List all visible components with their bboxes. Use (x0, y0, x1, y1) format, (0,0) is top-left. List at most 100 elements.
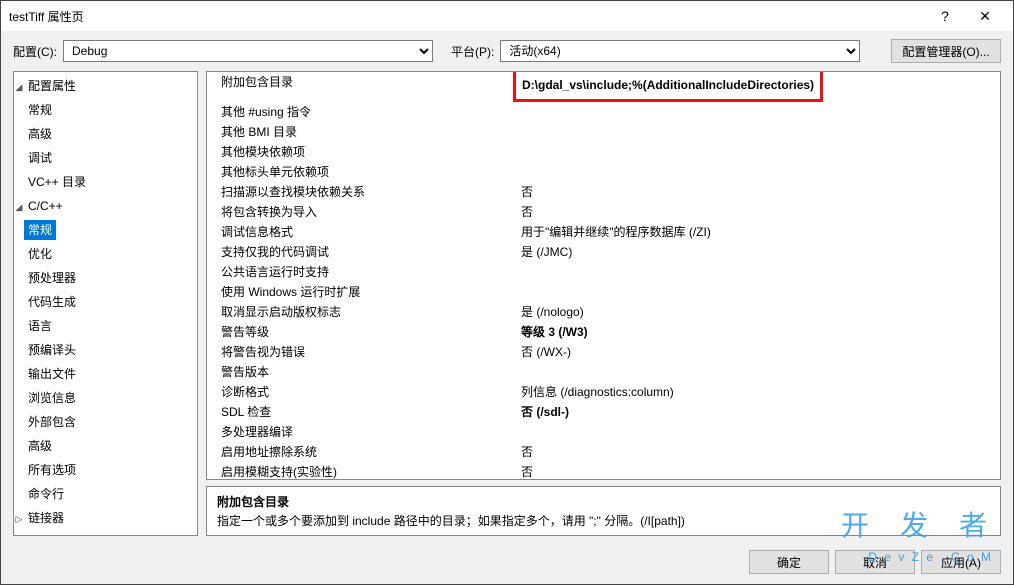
tree-item[interactable]: 常规 (14, 98, 197, 122)
property-row[interactable]: 附加包含目录D:\gdal_vs\include;%(AdditionalInc… (207, 72, 1000, 102)
config-toolbar: 配置(C): Debug 平台(P): 活动(x64) 配置管理器(O)... (1, 31, 1013, 71)
property-value[interactable]: 是 (/JMC) (517, 242, 1000, 262)
tree-item[interactable]: 预编译头 (14, 338, 197, 362)
property-name: 警告等级 (207, 322, 517, 342)
property-row[interactable]: 其他模块依赖项 (207, 142, 1000, 162)
window-title: testTiff 属性页 (9, 8, 925, 25)
property-value[interactable] (517, 142, 1000, 162)
tree-item[interactable]: 所有选项 (14, 458, 197, 482)
tree-item[interactable]: 输出文件 (14, 362, 197, 386)
ok-button[interactable]: 确定 (749, 550, 829, 574)
property-value[interactable]: 否 (517, 182, 1000, 202)
property-row[interactable]: SDL 检查否 (/sdl-) (207, 402, 1000, 422)
property-row[interactable]: 取消显示启动版权标志是 (/nologo) (207, 302, 1000, 322)
config-combobox[interactable]: Debug (63, 40, 433, 62)
property-grid[interactable]: 附加包含目录D:\gdal_vs\include;%(AdditionalInc… (206, 71, 1001, 480)
tree-item[interactable]: 预处理器 (14, 266, 197, 290)
property-name: 将警告视为错误 (207, 342, 517, 362)
tree-item[interactable]: ▷链接器 (14, 506, 197, 530)
help-button[interactable]: ? (925, 1, 965, 31)
cancel-button[interactable]: 取消 (835, 550, 915, 574)
tree-item[interactable]: 调试 (14, 146, 197, 170)
tree-item-label: 优化 (24, 244, 56, 264)
tree-item-label: 外部包含 (24, 412, 80, 432)
property-value[interactable]: 等级 3 (/W3) (517, 322, 1000, 342)
tree-item[interactable]: 优化 (14, 242, 197, 266)
tree-item[interactable]: VC++ 目录 (14, 170, 197, 194)
tree-item[interactable]: 语言 (14, 314, 197, 338)
property-row[interactable]: 使用 Windows 运行时扩展 (207, 282, 1000, 302)
apply-button[interactable]: 应用(A) (921, 550, 1001, 574)
property-value[interactable] (517, 162, 1000, 182)
tree-item-label: 预编译头 (24, 340, 80, 360)
property-row[interactable]: 公共语言运行时支持 (207, 262, 1000, 282)
property-row[interactable]: 调试信息格式用于"编辑并继续"的程序数据库 (/ZI) (207, 222, 1000, 242)
platform-label: 平台(P): (451, 43, 494, 60)
tree-item[interactable]: 高级 (14, 434, 197, 458)
category-tree[interactable]: ◢配置属性常规高级调试VC++ 目录◢C/C++常规优化预处理器代码生成语言预编… (13, 71, 198, 536)
tree-item[interactable]: ◢配置属性 (14, 74, 197, 98)
property-value[interactable] (517, 262, 1000, 282)
tree-item-label: 高级 (24, 124, 56, 144)
description-text: 指定一个或多个要添加到 include 路径中的目录；如果指定多个，请用 ";"… (217, 512, 990, 529)
tree-item-label: 常规 (24, 100, 56, 120)
tree-expander-icon[interactable]: ▷ (14, 510, 24, 528)
property-row[interactable]: 将包含转换为导入否 (207, 202, 1000, 222)
close-button[interactable]: ✕ (965, 1, 1005, 31)
property-value[interactable]: D:\gdal_vs\include;%(AdditionalIncludeDi… (517, 72, 1000, 102)
property-value[interactable] (517, 102, 1000, 122)
property-value[interactable]: 用于"编辑并继续"的程序数据库 (/ZI) (517, 222, 1000, 242)
property-row[interactable]: 警告版本 (207, 362, 1000, 382)
tree-item[interactable]: 高级 (14, 122, 197, 146)
tree-item[interactable]: 浏览信息 (14, 386, 197, 410)
property-row[interactable]: 启用地址擦除系统否 (207, 442, 1000, 462)
property-row[interactable]: 将警告视为错误否 (/WX-) (207, 342, 1000, 362)
property-row[interactable]: 支持仅我的代码调试是 (/JMC) (207, 242, 1000, 262)
tree-item-label: 语言 (24, 316, 56, 336)
property-name: 其他标头单元依赖项 (207, 162, 517, 182)
property-row[interactable]: 警告等级等级 3 (/W3) (207, 322, 1000, 342)
property-name: 扫描源以查找模块依赖关系 (207, 182, 517, 202)
property-row[interactable]: 其他 #using 指令 (207, 102, 1000, 122)
tree-item-label: 常规 (24, 220, 56, 240)
tree-expander-icon[interactable]: ▷ (14, 534, 24, 536)
property-value[interactable]: 否 (517, 202, 1000, 222)
property-name: 多处理器编译 (207, 422, 517, 442)
property-value[interactable] (517, 122, 1000, 142)
tree-expander-icon[interactable]: ◢ (14, 78, 24, 96)
tree-item[interactable]: ◢C/C++ (14, 194, 197, 218)
property-value[interactable]: 是 (/nologo) (517, 302, 1000, 322)
property-value[interactable]: 否 (517, 462, 1000, 480)
platform-combobox[interactable]: 活动(x64) (500, 40, 860, 62)
property-value[interactable] (517, 362, 1000, 382)
tree-item[interactable]: 命令行 (14, 482, 197, 506)
property-row[interactable]: 其他 BMI 目录 (207, 122, 1000, 142)
property-value[interactable]: 否 (/sdl-) (517, 402, 1000, 422)
tree-item[interactable]: 常规 (14, 218, 197, 242)
config-manager-button[interactable]: 配置管理器(O)... (891, 39, 1001, 63)
property-row[interactable]: 扫描源以查找模块依赖关系否 (207, 182, 1000, 202)
property-value[interactable]: 列信息 (/diagnostics:column) (517, 382, 1000, 402)
property-value[interactable] (517, 422, 1000, 442)
tree-item[interactable]: 代码生成 (14, 290, 197, 314)
tree-item[interactable]: 外部包含 (14, 410, 197, 434)
property-value[interactable]: 否 (517, 442, 1000, 462)
property-value[interactable] (517, 282, 1000, 302)
tree-item[interactable]: ▷清单工具 (14, 530, 197, 536)
property-name: 其他模块依赖项 (207, 142, 517, 162)
property-row[interactable]: 多处理器编译 (207, 422, 1000, 442)
property-name: 诊断格式 (207, 382, 517, 402)
tree-item-label: 浏览信息 (24, 388, 80, 408)
tree-item-label: 调试 (24, 148, 56, 168)
property-name: 启用地址擦除系统 (207, 442, 517, 462)
property-row[interactable]: 其他标头单元依赖项 (207, 162, 1000, 182)
property-value[interactable]: 否 (/WX-) (517, 342, 1000, 362)
description-box: 附加包含目录 指定一个或多个要添加到 include 路径中的目录；如果指定多个… (206, 486, 1001, 536)
tree-item-label: 命令行 (24, 484, 68, 504)
property-name: 附加包含目录 (207, 72, 517, 102)
tree-expander-icon[interactable]: ◢ (14, 198, 24, 216)
property-row[interactable]: 启用模糊支持(实验性)否 (207, 462, 1000, 480)
property-name: SDL 检查 (207, 402, 517, 422)
property-name: 警告版本 (207, 362, 517, 382)
property-row[interactable]: 诊断格式列信息 (/diagnostics:column) (207, 382, 1000, 402)
